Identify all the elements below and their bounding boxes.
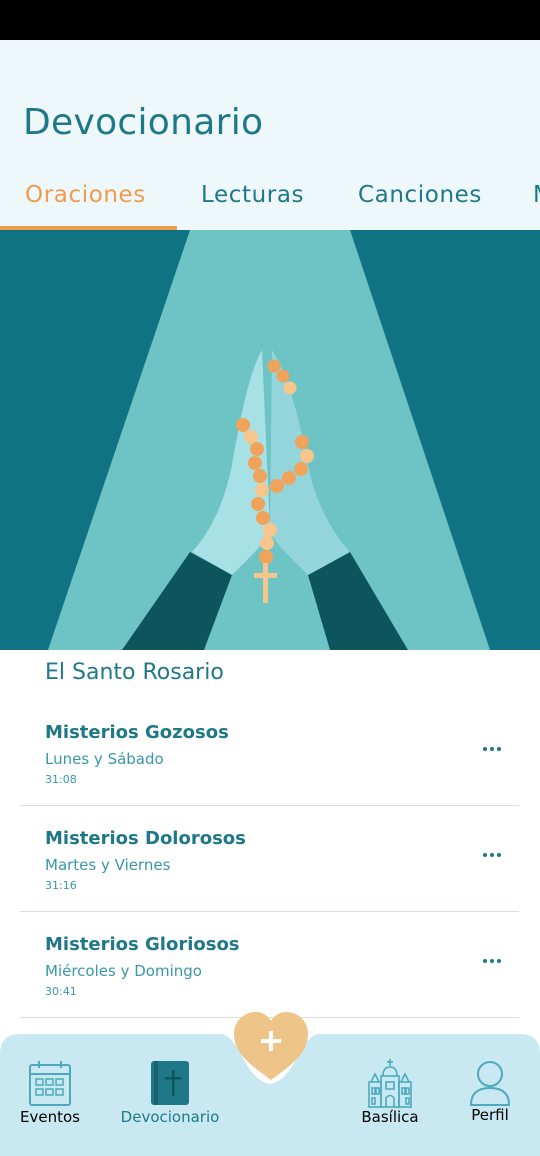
more-options-button[interactable] (479, 948, 505, 974)
item-days: Lunes y Sábado (45, 750, 164, 768)
person-icon[interactable] (469, 1060, 511, 1106)
praying-hands-rosary-illustration (0, 230, 540, 650)
basilica-icon[interactable] (366, 1058, 414, 1108)
item-duration: 31:16 (45, 879, 77, 892)
bible-icon[interactable] (150, 1060, 190, 1106)
bottom-navigation: Eventos Devocionario Basílica Perfil (0, 1012, 540, 1156)
app-header: Devocionario Oraciones Lecturas Cancione… (0, 40, 540, 230)
tab-more[interactable]: M (533, 182, 540, 208)
item-duration: 30:41 (45, 985, 77, 998)
item-title: Misterios Dolorosos (45, 828, 246, 849)
item-duration: 31:08 (45, 773, 77, 786)
list-item[interactable]: Misterios Dolorosos Martes y Viernes 31:… (20, 806, 519, 912)
more-options-button[interactable] (479, 736, 505, 762)
page-title: Devocionario (23, 102, 264, 143)
tab-lecturas[interactable]: Lecturas (201, 182, 304, 208)
rosary-mysteries-list: Misterios Gozosos Lunes y Sábado 31:08 M… (20, 700, 519, 1018)
list-item[interactable]: Misterios Gozosos Lunes y Sábado 31:08 (20, 700, 519, 806)
item-days: Miércoles y Domingo (45, 962, 202, 980)
item-days: Martes y Viernes (45, 856, 171, 874)
calendar-icon[interactable] (29, 1060, 71, 1106)
more-options-button[interactable] (479, 842, 505, 868)
rosary-hero-image (0, 230, 540, 650)
nav-label-eventos[interactable]: Eventos (20, 1108, 80, 1126)
status-bar (0, 0, 540, 40)
item-title: Misterios Gozosos (45, 722, 229, 743)
plus-heart-icon[interactable] (232, 1010, 310, 1082)
nav-label-devocionario[interactable]: Devocionario (121, 1108, 220, 1126)
nav-label-perfil[interactable]: Perfil (471, 1106, 509, 1124)
tab-oraciones[interactable]: Oraciones (25, 182, 146, 208)
nav-label-basilica[interactable]: Basílica (361, 1108, 418, 1126)
tab-canciones[interactable]: Canciones (358, 182, 482, 208)
section-title: El Santo Rosario (45, 660, 224, 685)
item-title: Misterios Gloriosos (45, 934, 240, 955)
tab-bar: Oraciones Lecturas Canciones M (0, 180, 540, 230)
list-item[interactable]: Misterios Gloriosos Miércoles y Domingo … (20, 912, 519, 1018)
